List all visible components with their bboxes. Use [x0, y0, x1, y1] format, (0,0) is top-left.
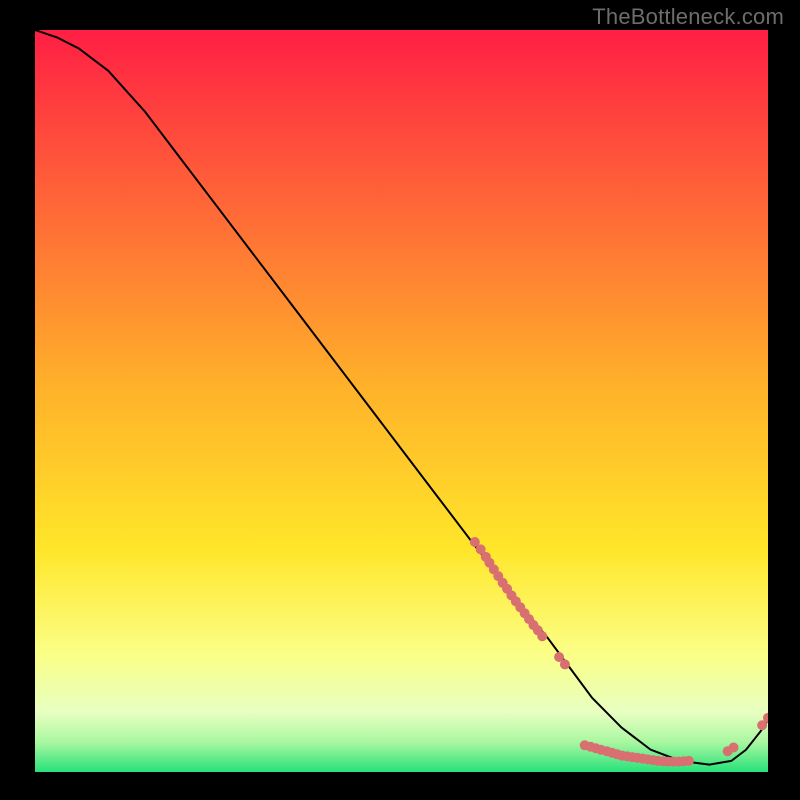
gradient-background: [35, 30, 768, 772]
marker-dot: [729, 743, 739, 753]
marker-dot: [537, 631, 547, 641]
plot-area: [35, 30, 768, 772]
watermark-text: TheBottleneck.com: [592, 4, 784, 30]
chart-svg: [35, 30, 768, 772]
marker-dot: [684, 756, 694, 766]
marker-dot: [560, 659, 570, 669]
chart-container: TheBottleneck.com: [0, 0, 800, 800]
